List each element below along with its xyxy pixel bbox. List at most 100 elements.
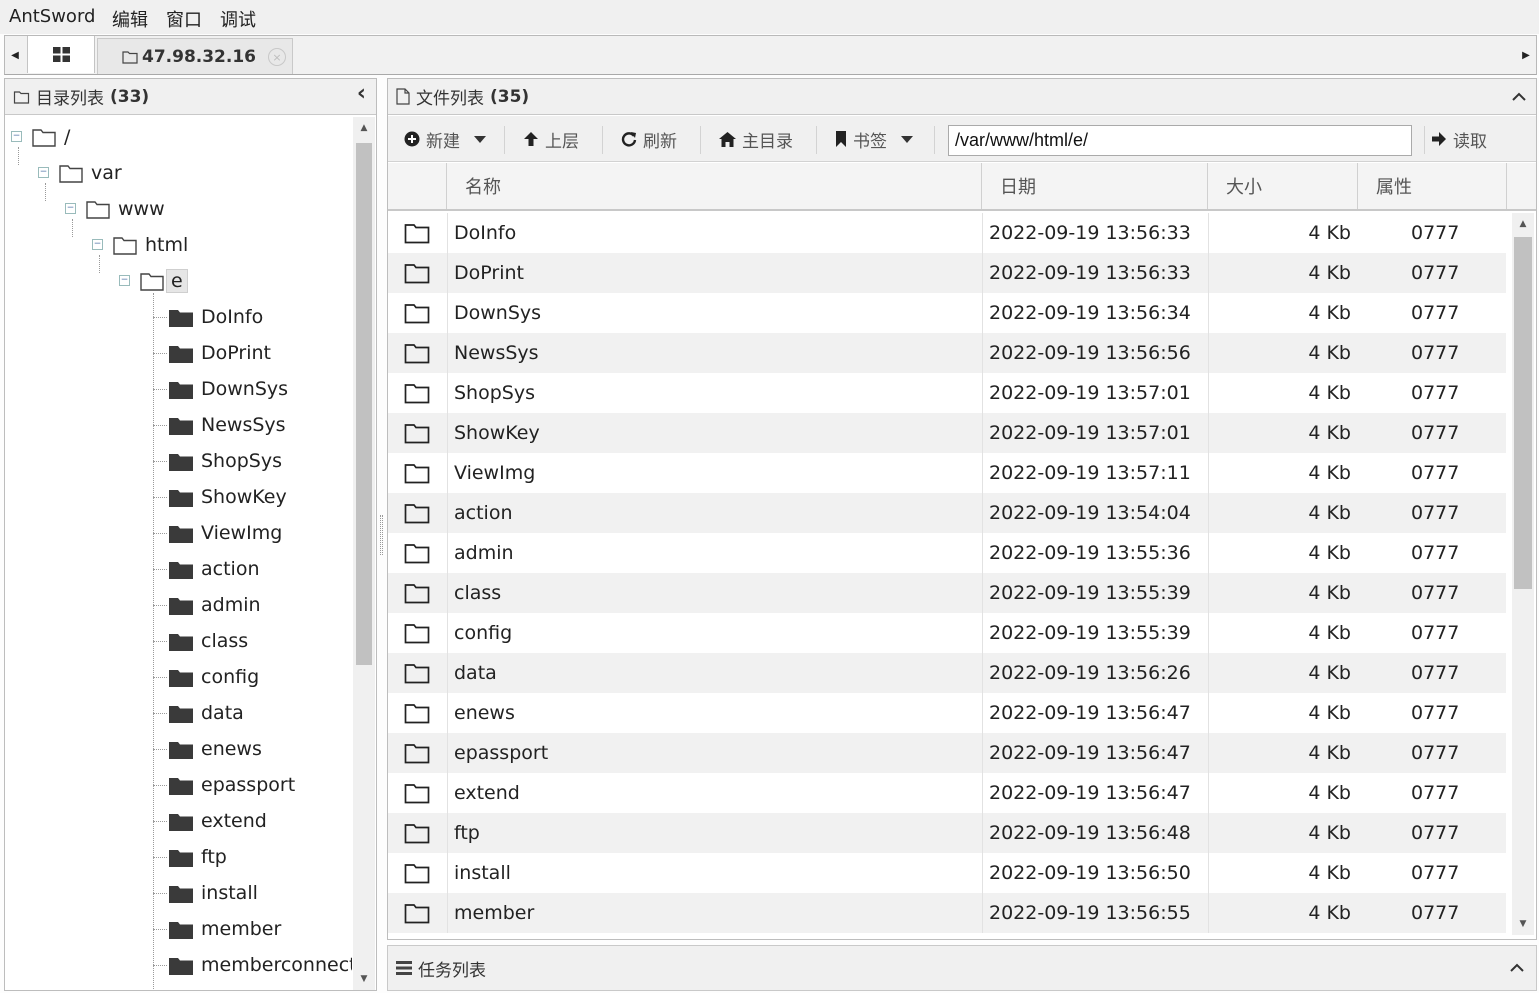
tree-node[interactable]: install xyxy=(169,875,258,911)
file-row[interactable]: config 2022-09-19 13:55:39 4 Kb 0777 xyxy=(388,613,1506,653)
collapse-toggle[interactable]: − xyxy=(119,275,130,286)
column-header-attr[interactable]: 属性 xyxy=(1358,163,1507,209)
menu-window[interactable]: 窗口 xyxy=(166,6,202,32)
tab-scroll-left-button[interactable]: ◀ xyxy=(5,36,25,74)
file-row[interactable]: DoInfo 2022-09-19 13:56:33 4 Kb 0777 xyxy=(388,213,1506,253)
menu-edit[interactable]: 编辑 xyxy=(112,6,148,32)
tree-scroll-thumb[interactable] xyxy=(356,143,372,665)
file-row[interactable]: DownSys 2022-09-19 13:56:34 4 Kb 0777 xyxy=(388,293,1506,333)
tree-node[interactable]: DoInfo xyxy=(169,299,263,335)
tree-scrollbar[interactable]: ▲ ▼ xyxy=(353,117,375,990)
up-button[interactable]: 上层 xyxy=(523,116,579,162)
menu-antsword[interactable]: AntSword xyxy=(9,6,95,27)
scroll-down-arrow[interactable]: ▼ xyxy=(1512,919,1534,929)
tree-node[interactable]: config xyxy=(169,659,259,695)
file-row[interactable]: ViewImg 2022-09-19 13:57:11 4 Kb 0777 xyxy=(388,453,1506,493)
panel-splitter[interactable] xyxy=(380,515,383,555)
scroll-up-arrow[interactable]: ▲ xyxy=(1512,219,1534,229)
directory-panel-header: 目录列表 (33) ‹ xyxy=(5,79,376,115)
tree-node[interactable]: extend xyxy=(169,803,267,839)
tree-node-root[interactable]: − / xyxy=(11,119,70,155)
tree-node[interactable]: data xyxy=(169,695,244,731)
column-header-size[interactable]: 大小 xyxy=(1208,163,1358,209)
file-attr: 0777 xyxy=(1411,662,1460,684)
tree-node[interactable]: DoPrint xyxy=(169,335,271,371)
tree-node-html[interactable]: − html xyxy=(92,227,188,263)
file-row[interactable]: ShopSys 2022-09-19 13:57:01 4 Kb 0777 xyxy=(388,373,1506,413)
tree-node-e[interactable]: − e xyxy=(119,263,188,299)
folder-outline-icon xyxy=(388,733,446,773)
file-grid-header: 名称 日期 大小 属性 xyxy=(388,163,1536,211)
tree-node[interactable]: DownSys xyxy=(169,371,288,407)
file-grid-scroll-thumb[interactable] xyxy=(1514,237,1532,589)
tree-node[interactable]: ShopSys xyxy=(169,443,282,479)
folder-solid-icon xyxy=(169,849,193,867)
file-row[interactable]: DoPrint 2022-09-19 13:56:33 4 Kb 0777 xyxy=(388,253,1506,293)
file-row[interactable]: action 2022-09-19 13:54:04 4 Kb 0777 xyxy=(388,493,1506,533)
file-attr: 0777 xyxy=(1411,742,1460,764)
menu-debug[interactable]: 调试 xyxy=(220,6,256,32)
tree-node[interactable]: ShowKey xyxy=(169,479,287,515)
home-button[interactable]: 主目录 xyxy=(719,116,793,162)
tree-node[interactable]: class xyxy=(169,623,248,659)
scroll-up-arrow[interactable]: ▲ xyxy=(353,123,375,133)
file-name: install xyxy=(454,862,511,884)
tree-node[interactable]: memberconnect xyxy=(169,947,352,983)
file-row[interactable]: enews 2022-09-19 13:56:47 4 Kb 0777 xyxy=(388,693,1506,733)
tree-node[interactable]: admin xyxy=(169,587,261,623)
file-row[interactable]: class 2022-09-19 13:55:39 4 Kb 0777 xyxy=(388,573,1506,613)
tree-node[interactable]: action xyxy=(169,551,259,587)
tree-node[interactable]: epassport xyxy=(169,767,295,803)
file-attr: 0777 xyxy=(1411,422,1460,444)
collapse-toggle[interactable]: − xyxy=(11,131,22,142)
tree-node-var[interactable]: − var xyxy=(38,155,122,191)
file-grid-scrollbar[interactable]: ▲ ▼ xyxy=(1512,213,1534,935)
bookmark-button[interactable]: 书签 xyxy=(835,116,913,162)
new-button[interactable]: 新建 xyxy=(404,116,486,162)
file-panel-title: 文件列表 xyxy=(416,89,484,109)
tree-label: class xyxy=(201,630,249,652)
file-grid-body: DoInfo 2022-09-19 13:56:33 4 Kb 0777 DoPrint… xyxy=(388,213,1506,933)
file-row[interactable]: admin 2022-09-19 13:55:36 4 Kb 0777 xyxy=(388,533,1506,573)
read-button[interactable]: 读取 xyxy=(1431,116,1487,162)
tree-label: ViewImg xyxy=(201,522,283,544)
file-row[interactable]: NewsSys 2022-09-19 13:56:56 4 Kb 0777 xyxy=(388,333,1506,373)
task-panel-header[interactable]: 任务列表 xyxy=(387,945,1537,991)
file-row[interactable]: epassport 2022-09-19 13:56:47 4 Kb 0777 xyxy=(388,733,1506,773)
tree-node[interactable]: NewsSys xyxy=(169,407,286,443)
file-row[interactable]: ftp 2022-09-19 13:56:48 4 Kb 0777 xyxy=(388,813,1506,853)
collapse-toggle[interactable]: − xyxy=(92,239,103,250)
folder-outline-icon xyxy=(140,273,164,291)
refresh-button[interactable]: 刷新 xyxy=(621,116,677,162)
expand-task-button[interactable] xyxy=(1510,958,1524,978)
file-row[interactable]: member 2022-09-19 13:56:55 4 Kb 0777 xyxy=(388,893,1506,933)
scroll-down-arrow[interactable]: ▼ xyxy=(353,974,375,984)
tree-node[interactable]: enews xyxy=(169,731,262,767)
tree-node[interactable]: member xyxy=(169,911,281,947)
file-attr: 0777 xyxy=(1411,862,1460,884)
file-row[interactable]: ShowKey 2022-09-19 13:57:01 4 Kb 0777 xyxy=(388,413,1506,453)
tree-node[interactable]: ftp xyxy=(169,839,227,875)
file-row[interactable]: extend 2022-09-19 13:56:47 4 Kb 0777 xyxy=(388,773,1506,813)
tree-connector xyxy=(153,425,167,426)
tree-node-www[interactable]: − www xyxy=(65,191,165,227)
tab-scroll-right-button[interactable]: ▶ xyxy=(1516,36,1536,74)
file-date: 2022-09-19 13:55:39 xyxy=(989,582,1191,604)
file-attr: 0777 xyxy=(1411,502,1460,524)
tab-close-button[interactable]: × xyxy=(268,48,286,66)
collapse-panel-button[interactable]: ‹ xyxy=(357,81,366,106)
tab-home[interactable] xyxy=(27,36,95,73)
file-row[interactable]: data 2022-09-19 13:56:26 4 Kb 0777 xyxy=(388,653,1506,693)
folder-outline-icon xyxy=(86,201,110,219)
path-input[interactable] xyxy=(948,125,1412,156)
file-name: ShopSys xyxy=(454,382,535,404)
file-name: DoPrint xyxy=(454,262,524,284)
collapse-toggle[interactable]: − xyxy=(65,203,76,214)
column-header-name[interactable]: 名称 xyxy=(447,163,982,209)
tree-node[interactable]: ViewImg xyxy=(169,515,282,551)
tab-host[interactable]: 47.98.32.16 × xyxy=(97,38,293,74)
collapse-toggle[interactable]: − xyxy=(38,167,49,178)
collapse-up-button[interactable] xyxy=(1512,87,1526,106)
file-row[interactable]: install 2022-09-19 13:56:50 4 Kb 0777 xyxy=(388,853,1506,893)
column-header-date[interactable]: 日期 xyxy=(982,163,1208,209)
